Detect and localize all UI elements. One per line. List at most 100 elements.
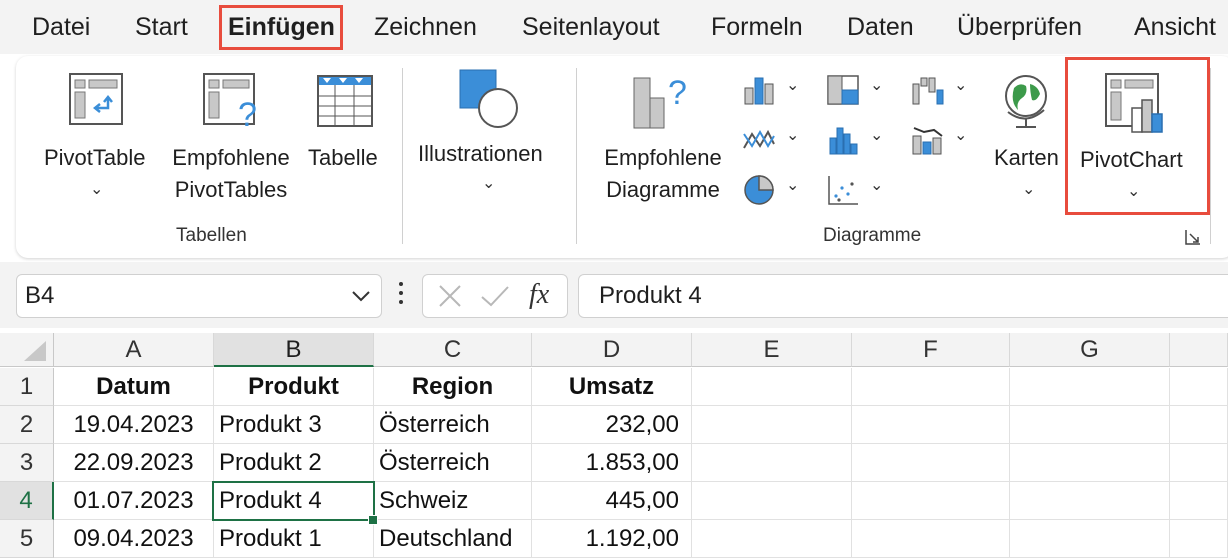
cell-e4[interactable] bbox=[692, 482, 852, 520]
cell-c2[interactable]: Österreich bbox=[374, 406, 532, 444]
cell-g5[interactable] bbox=[1010, 520, 1170, 558]
hierarchy-chart-button[interactable]: ⌄ bbox=[824, 72, 888, 108]
column-chart-button[interactable]: ⌄ bbox=[740, 72, 804, 108]
row-header-1[interactable]: 1 bbox=[0, 368, 54, 406]
cell-f5[interactable] bbox=[852, 520, 1010, 558]
cell-e2[interactable] bbox=[692, 406, 852, 444]
pivottable-button[interactable]: PivotTable ⌄ bbox=[38, 66, 158, 216]
illustrations-icon bbox=[459, 69, 518, 128]
row-header-5[interactable]: 5 bbox=[0, 520, 54, 558]
menu-datei[interactable]: Datei bbox=[32, 10, 90, 44]
cell-d2[interactable]: 232,00 bbox=[532, 406, 692, 444]
cell-f2[interactable] bbox=[852, 406, 1010, 444]
menu-formeln[interactable]: Formeln bbox=[711, 10, 803, 44]
formula-input[interactable]: Produkt 4 bbox=[578, 274, 1228, 318]
chevron-down-icon[interactable] bbox=[351, 289, 371, 303]
column-header-d[interactable]: D bbox=[532, 333, 692, 367]
recommended-charts-button[interactable]: ? Empfohlene Diagramme bbox=[592, 66, 732, 216]
group-separator bbox=[1210, 68, 1211, 244]
column-header-f[interactable]: F bbox=[852, 333, 1010, 367]
combo-chart-button[interactable]: ⌄ bbox=[908, 122, 972, 158]
cancel-icon[interactable] bbox=[437, 283, 463, 309]
confirm-icon[interactable] bbox=[479, 283, 511, 309]
cell-b3[interactable]: Produkt 2 bbox=[214, 444, 374, 482]
scatter-chart-button[interactable]: ⌄ bbox=[824, 172, 888, 208]
menu-daten[interactable]: Daten bbox=[847, 10, 914, 44]
cell-a3[interactable]: 22.09.2023 bbox=[54, 444, 214, 482]
waterfall-chart-button[interactable]: ⌄ bbox=[908, 72, 972, 108]
cell-h1[interactable] bbox=[1170, 368, 1228, 406]
scatter-chart-icon bbox=[828, 176, 858, 205]
chevron-down-icon: ⌄ bbox=[870, 127, 884, 144]
cell-h3[interactable] bbox=[1170, 444, 1228, 482]
cell-g4[interactable] bbox=[1010, 482, 1170, 520]
column-header-c[interactable]: C bbox=[374, 333, 532, 367]
cell-a2[interactable]: 19.04.2023 bbox=[54, 406, 214, 444]
recommended-pivottables-label-2: PivotTables bbox=[174, 177, 288, 202]
column-header-b[interactable]: B bbox=[214, 333, 374, 367]
cell-b2[interactable]: Produkt 3 bbox=[214, 406, 374, 444]
maps-button[interactable]: Karten ⌄ bbox=[990, 66, 1066, 216]
select-all-corner[interactable] bbox=[0, 333, 54, 367]
cell-e1[interactable] bbox=[692, 368, 852, 406]
cell-h2[interactable] bbox=[1170, 406, 1228, 444]
cell-d5[interactable]: 1.192,00 bbox=[532, 520, 692, 558]
chevron-down-icon: ⌄ bbox=[482, 175, 496, 192]
cell-d4[interactable]: 445,00 bbox=[532, 482, 692, 520]
cell-c3[interactable]: Österreich bbox=[374, 444, 532, 482]
row-header-2[interactable]: 2 bbox=[0, 406, 54, 444]
more-options-icon[interactable] bbox=[396, 280, 406, 310]
row-header-4[interactable]: 4 bbox=[0, 482, 54, 520]
chevron-down-icon: ⌄ bbox=[954, 127, 968, 144]
recommended-charts-icon: ? bbox=[633, 74, 687, 129]
name-box[interactable]: B4 bbox=[16, 274, 382, 318]
menu-zeichnen[interactable]: Zeichnen bbox=[374, 10, 477, 44]
recommended-charts-label-1: Empfohlene bbox=[604, 145, 722, 170]
pie-chart-icon bbox=[744, 175, 774, 205]
cell-f3[interactable] bbox=[852, 444, 1010, 482]
column-header-h[interactable] bbox=[1170, 333, 1228, 367]
cell-f4[interactable] bbox=[852, 482, 1010, 520]
row-header-3[interactable]: 3 bbox=[0, 444, 54, 482]
cell-b1[interactable]: Produkt bbox=[214, 368, 374, 406]
cell-d3[interactable]: 1.853,00 bbox=[532, 444, 692, 482]
table-button[interactable]: Tabelle bbox=[304, 66, 388, 216]
cell-c4[interactable]: Schweiz bbox=[374, 482, 532, 520]
menu-ansicht[interactable]: Ansicht bbox=[1134, 10, 1216, 44]
cell-g3[interactable] bbox=[1010, 444, 1170, 482]
cell-g2[interactable] bbox=[1010, 406, 1170, 444]
chevron-down-icon: ⌄ bbox=[786, 77, 800, 94]
illustrations-button[interactable]: Illustrationen ⌄ bbox=[412, 66, 564, 216]
pie-chart-button[interactable]: ⌄ bbox=[740, 172, 804, 208]
fill-handle[interactable] bbox=[368, 515, 378, 525]
cell-g1[interactable] bbox=[1010, 368, 1170, 406]
statistic-chart-button[interactable]: ⌄ bbox=[824, 122, 888, 158]
cell-e5[interactable] bbox=[692, 520, 852, 558]
cell-a4[interactable]: 01.07.2023 bbox=[54, 482, 214, 520]
cell-h4[interactable] bbox=[1170, 482, 1228, 520]
column-header-e[interactable]: E bbox=[692, 333, 852, 367]
dialog-launcher-icon[interactable] bbox=[1184, 228, 1202, 246]
cell-c1[interactable]: Region bbox=[374, 368, 532, 406]
cell-d1[interactable]: Umsatz bbox=[532, 368, 692, 406]
line-chart-button[interactable]: ⌄ bbox=[740, 122, 804, 158]
menu-ueberpruefen[interactable]: Überprüfen bbox=[957, 10, 1082, 44]
cell-a1[interactable]: Datum bbox=[54, 368, 214, 406]
menu-start[interactable]: Start bbox=[135, 10, 188, 44]
column-chart-icon bbox=[744, 77, 774, 105]
cell-e3[interactable] bbox=[692, 444, 852, 482]
recommended-pivottables-button[interactable]: ? Empfohlene PivotTables bbox=[164, 66, 298, 216]
combo-chart-icon bbox=[912, 127, 943, 155]
insert-function-icon[interactable]: fx bbox=[529, 277, 549, 313]
cell-h5[interactable] bbox=[1170, 520, 1228, 558]
column-header-g[interactable]: G bbox=[1010, 333, 1170, 367]
waterfall-icon bbox=[912, 77, 944, 105]
menu-seitenlayout[interactable]: Seitenlayout bbox=[522, 10, 660, 44]
cell-c5[interactable]: Deutschland bbox=[374, 520, 532, 558]
recommended-charts-label-2: Diagramme bbox=[606, 177, 720, 202]
highlight-pivotchart bbox=[1065, 57, 1210, 215]
cell-a5[interactable]: 09.04.2023 bbox=[54, 520, 214, 558]
cell-b5[interactable]: Produkt 1 bbox=[214, 520, 374, 558]
cell-f1[interactable] bbox=[852, 368, 1010, 406]
column-header-a[interactable]: A bbox=[54, 333, 214, 367]
